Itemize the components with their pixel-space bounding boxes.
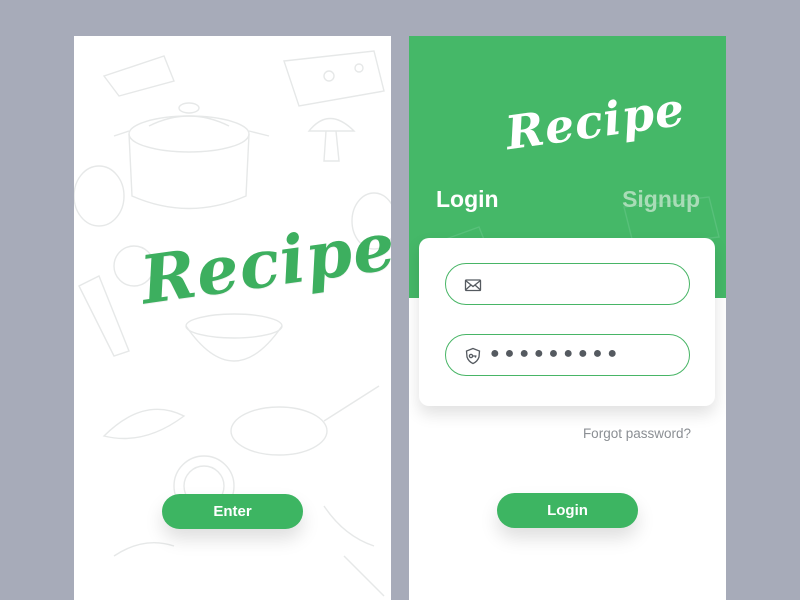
tab-signup[interactable]: Signup xyxy=(622,186,700,213)
email-field[interactable] xyxy=(445,263,690,305)
login-form-card: ●●●●●●●●● xyxy=(419,238,715,406)
splash-screen: Recipe Enter xyxy=(74,36,391,600)
login-button[interactable]: Login xyxy=(497,493,638,528)
lock-icon xyxy=(465,347,481,365)
password-masked-value: ●●●●●●●●● xyxy=(490,345,622,362)
tab-login[interactable]: Login xyxy=(436,186,499,213)
login-screen: Recipe Login Signup ●●●●●●●●● Forgot pas… xyxy=(409,36,726,600)
enter-button[interactable]: Enter xyxy=(162,494,303,529)
forgot-password-link[interactable]: Forgot password? xyxy=(583,426,691,441)
envelope-icon xyxy=(464,279,482,292)
password-field[interactable]: ●●●●●●●●● xyxy=(445,334,690,376)
